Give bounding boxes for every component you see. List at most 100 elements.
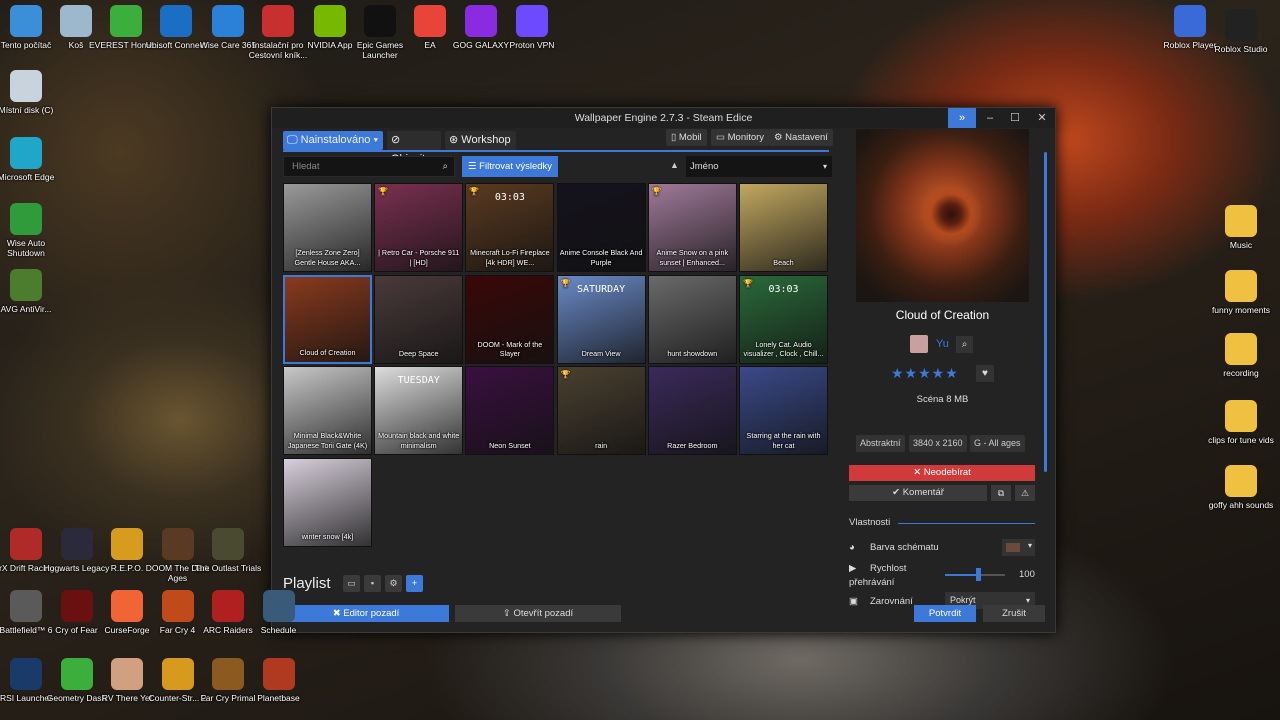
wallpaper-tile[interactable]: DOOM - Mark of the Slayer [465,274,555,364]
sort-direction-icon[interactable]: ▲ [670,160,679,170]
wallpaper-tile[interactable]: hunt showdown [647,274,737,364]
wallpaper-label: Starring at the rain with her cat [746,431,821,450]
app-icon [262,658,295,690]
settings-label: Nastavení [785,132,828,143]
palette-icon: ◕ [849,542,855,553]
speed-slider-fill [945,574,978,576]
wallpaper-tile[interactable]: [Zenless Zone Zero] Gentle House AKA... [283,183,372,272]
align-label: Zarovnání [870,596,913,607]
wallpaper-label: [Zenless Zone Zero] Gentle House AKA... [294,248,361,267]
app-icon [10,590,42,622]
monitors-label: Monitory [727,132,765,143]
desktop-icon[interactable]: Microsoft Edge [0,137,64,182]
tab-installed[interactable]: 🖵 Nainstalováno ▾ [283,131,383,150]
wallpaper-label: Deep Space [398,349,439,358]
wallpaper-label: hunt showdown [667,349,718,358]
wallpaper-label: Lonely Cat. Audio visualizer , Clock , C… [743,339,824,359]
desktop-icon[interactable]: funny moments [1203,270,1279,315]
add-icon[interactable]: + [406,575,423,592]
wallpaper-tile[interactable]: Neon Sunset [465,366,555,455]
desktop-icon[interactable]: AVG AntiVir... [0,269,64,314]
monitors-button[interactable]: ▭ Monitory [711,129,770,146]
desktop-icon[interactable]: Wise Auto Shutdown [0,203,64,258]
unsubscribe-button[interactable]: ✕ Neodebírat [849,465,1035,481]
wallpaper-tile[interactable]: 🏆 SATURDAY Dream View [556,274,646,364]
filter-icon: ☰ [468,161,477,172]
expand-panel-icon[interactable]: » [948,108,976,128]
tab-discover[interactable]: ⊘ Objevit [387,131,441,165]
desktop-icon[interactable]: clips for tune vids [1203,400,1279,445]
app-icon [160,5,192,37]
chevron-down-icon: ▾ [373,134,379,146]
wallpaper-tile[interactable]: Razer Bedroom [647,366,737,455]
copy-icon[interactable]: ⧉ [991,485,1011,501]
preview-image [856,129,1029,302]
wallpaper-label: Beach [773,257,794,267]
close-button[interactable]: ✕ [1028,108,1056,128]
wallpaper-tile[interactable]: 🏆 Anime Snow on a pink sunset | Enhanced.… [647,183,737,272]
monitor-icon: 🖵 [287,134,298,146]
desktop-icon[interactable]: Music [1203,205,1279,250]
mobile-label: Mobil [678,132,702,143]
desktop-icon[interactable]: goffy ahh sounds [1203,465,1279,510]
wallpaper-label: Anime Console Black And Purple [559,248,643,267]
desktop-icon[interactable]: Proton VPN [494,5,570,50]
author-link[interactable]: Yu [936,338,949,350]
chevron-down-icon: ▾ [822,162,827,171]
wallpaper-tile[interactable]: TUESDAY Mountain black and white minimali… [374,366,464,455]
wallpaper-tile[interactable]: 🏆 | Retro Car - Porsche 911 | [HD] [374,183,464,272]
maximize-button[interactable]: ☐ [1001,108,1029,128]
wallpaper-tile[interactable]: 🏆 rain [556,366,646,455]
desktop-icon[interactable]: Roblox Studio [1203,9,1279,54]
color-swatch [1006,543,1020,552]
wallpaper-tile[interactable]: Minimal Black&White Japanese Torii Gate … [283,366,372,455]
tag-chip[interactable]: G - All ages [970,435,1025,452]
app-icon [262,5,294,37]
wallpaper-tile[interactable]: 🏆 03:03 Minecraft Lo-Fi Fireplace [4k HDR]… [465,183,555,272]
desktop-icon-label: Místní disk (C) [0,105,54,115]
filter-button[interactable]: ☰ Filtrovat výsledky [462,156,558,177]
wallpaper-tile[interactable]: 🏆 03:03 Lonely Cat. Audio visualizer , Clo… [739,274,828,364]
image-icon: ▣ [849,596,858,607]
sort-select[interactable]: Jméno ▾ [686,156,832,177]
open-wallpaper-button[interactable]: ⇪ Otevřít pozadí [455,605,621,622]
tag-chip[interactable]: Abstraktní [856,435,905,452]
desktop-icon[interactable]: Planetbase [241,658,317,703]
avatar[interactable] [910,335,928,353]
search-placeholder: Hledat [292,161,320,172]
wallpaper-tile[interactable]: Anime Console Black And Purple [556,183,646,272]
detail-scrollbar[interactable] [1044,152,1047,472]
color-picker[interactable]: ▾ [1002,539,1035,556]
minimize-button[interactable]: – [976,108,1004,128]
folder-icon[interactable]: ▭ [343,575,360,592]
editor-label: Editor pozadí [343,608,400,619]
warning-icon[interactable]: ⚠ [1015,485,1035,501]
type-size: Scéna 8 MB [916,394,969,405]
mobile-button[interactable]: ▯ Mobil [666,129,707,146]
save-icon[interactable]: ▪ [364,575,381,592]
cancel-button[interactable]: Zrušit [983,605,1045,622]
wallpaper-tile[interactable]: Beach [739,183,828,272]
desktop-icon[interactable]: The Outlast Trials [190,528,266,573]
wallpaper-overlay-text: 03:03 [768,283,799,295]
wallpaper-tile[interactable]: Deep Space [374,274,464,364]
tag-chip[interactable]: 3840 x 2160 [909,435,967,452]
tab-workshop-label: Workshop [461,134,511,146]
speed-slider[interactable] [945,568,1005,581]
playlist-settings-icon[interactable]: ⚙ [385,575,402,592]
tab-underline [283,150,829,152]
confirm-button[interactable]: Potvrdit [914,605,976,622]
tab-workshop[interactable]: ⊛ Workshop [445,131,516,150]
search-input[interactable]: Hledat ⌕ [283,156,455,177]
speed-slider-handle[interactable] [976,568,981,581]
desktop-icon[interactable]: Místní disk (C) [0,70,64,115]
wallpaper-tile[interactable]: winter snow [4k] [283,457,372,547]
favorite-heart-icon[interactable]: ♥ [976,365,994,382]
wallpaper-tile[interactable]: Starring at the rain with her cat [739,366,828,455]
desktop-icon[interactable]: Schedule [241,590,317,635]
wallpaper-tile[interactable]: Cloud of Creation [283,274,372,364]
desktop-icon[interactable]: recording [1203,333,1279,378]
settings-button[interactable]: ⚙ Nastavení [769,129,833,146]
search-icon[interactable]: ⌕ [956,336,973,353]
comment-button[interactable]: ✔ Komentář [849,485,987,501]
